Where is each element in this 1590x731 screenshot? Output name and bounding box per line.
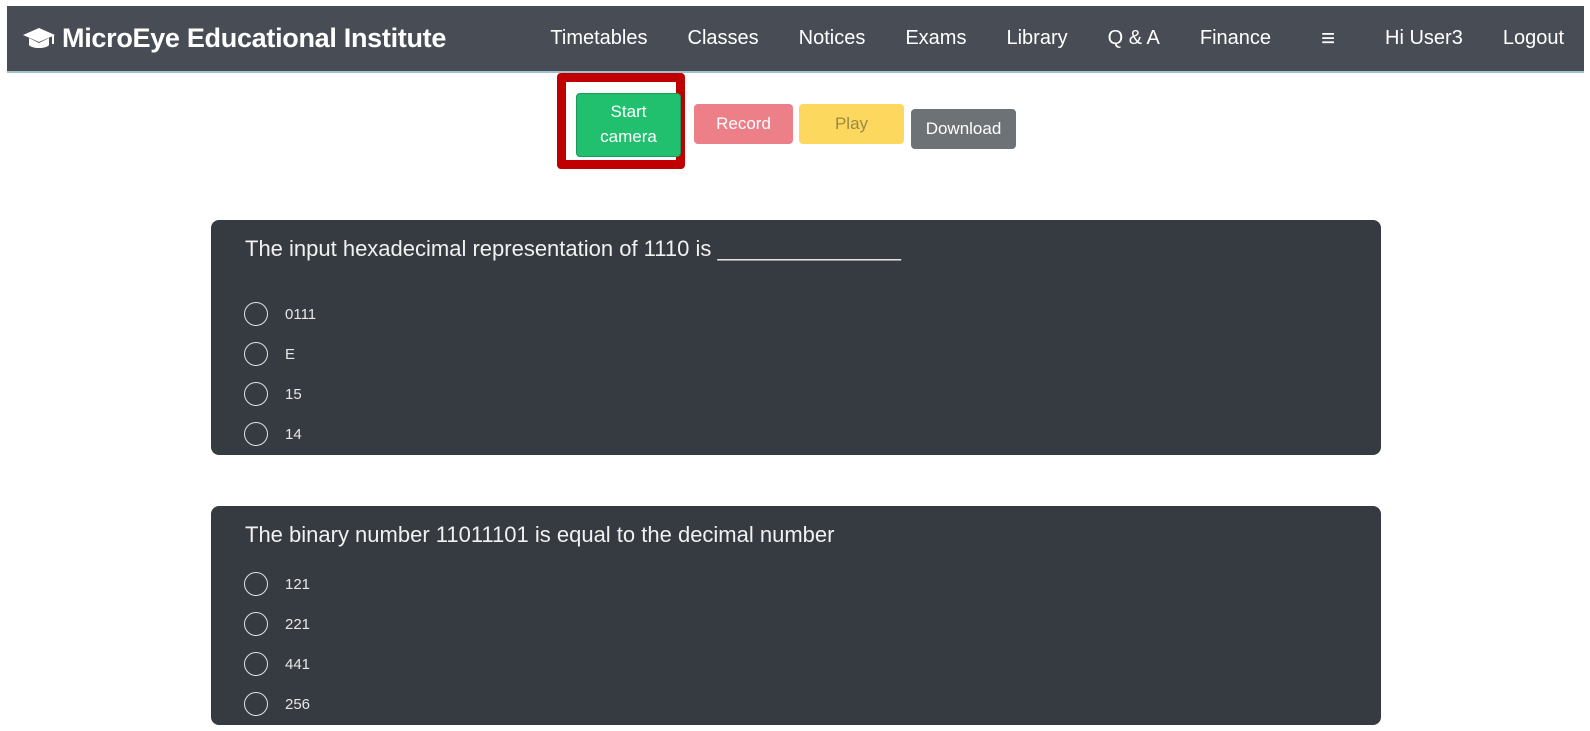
radio-button[interactable] (244, 422, 268, 446)
nav-timetables[interactable]: Timetables (530, 27, 667, 50)
radio-button[interactable] (244, 692, 268, 716)
user-greeting[interactable]: Hi User3 (1365, 27, 1483, 50)
option-2-4[interactable]: 256 (244, 684, 310, 724)
brand[interactable]: MicroEye Educational Institute (22, 6, 446, 71)
radio-button[interactable] (244, 572, 268, 596)
play-button[interactable]: Play (799, 104, 904, 144)
radio-button[interactable] (244, 382, 268, 406)
hamburger-menu-icon[interactable]: ≡ (1291, 25, 1365, 53)
question-text-2: The binary number 11011101 is equal to t… (245, 522, 835, 547)
radio-button[interactable] (244, 652, 268, 676)
option-label: 15 (285, 385, 302, 403)
nav-finance[interactable]: Finance (1180, 27, 1291, 50)
nav-library[interactable]: Library (986, 27, 1087, 50)
brand-name: MicroEye Educational Institute (62, 23, 447, 53)
option-1-2[interactable]: E (244, 334, 316, 374)
nav-notices[interactable]: Notices (779, 27, 886, 50)
question-card-2: The binary number 11011101 is equal to t… (211, 506, 1381, 725)
media-toolbar: Start camera Record Play Download (0, 73, 1590, 183)
start-camera-button[interactable]: Start camera (576, 93, 681, 157)
option-label: 121 (285, 575, 311, 593)
nav-classes[interactable]: Classes (668, 27, 779, 50)
options-list-2: 121 221 441 256 (244, 564, 310, 724)
option-2-1[interactable]: 121 (244, 564, 310, 604)
question-card-1: The input hexadecimal representation of … (211, 220, 1381, 455)
option-1-4[interactable]: 14 (244, 414, 316, 454)
radio-button[interactable] (244, 342, 268, 366)
option-label: 221 (285, 615, 311, 633)
nav-links: Timetables Classes Notices Exams Library… (530, 6, 1584, 71)
download-button[interactable]: Download (911, 109, 1016, 149)
question-text-1: The input hexadecimal representation of … (245, 236, 902, 261)
option-2-3[interactable]: 441 (244, 644, 310, 684)
graduation-cap-icon (22, 26, 56, 52)
options-list-1: 0111 E 15 14 (244, 294, 316, 454)
option-1-3[interactable]: 15 (244, 374, 316, 414)
option-label: 14 (285, 425, 302, 443)
radio-button[interactable] (244, 612, 268, 636)
option-1-1[interactable]: 0111 (244, 294, 316, 334)
option-label: 441 (285, 655, 311, 673)
option-2-2[interactable]: 221 (244, 604, 310, 644)
option-label: E (285, 345, 296, 363)
option-label: 256 (285, 695, 311, 713)
record-button[interactable]: Record (694, 104, 793, 144)
top-navbar: MicroEye Educational Institute Timetable… (7, 6, 1584, 73)
logout-link[interactable]: Logout (1483, 27, 1584, 50)
radio-button[interactable] (244, 302, 268, 326)
nav-exams[interactable]: Exams (885, 27, 986, 50)
option-label: 0111 (285, 305, 317, 323)
nav-qa[interactable]: Q & A (1088, 27, 1180, 50)
